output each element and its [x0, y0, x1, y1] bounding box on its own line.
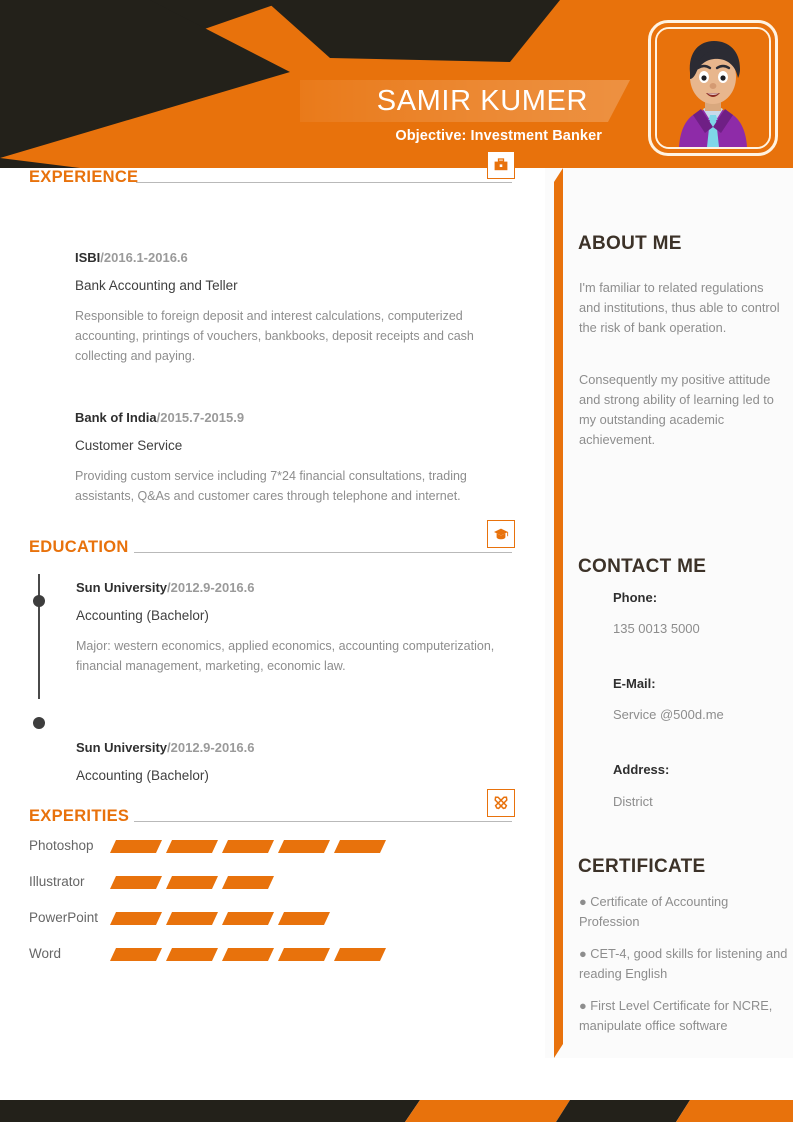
experience-description-2: Providing custom service including 7*24 …: [75, 469, 467, 503]
skill-segment: [110, 948, 162, 961]
tools-icon: [487, 789, 515, 817]
skill-segment: [222, 912, 274, 925]
contact-value-email[interactable]: Service @500d.me: [613, 707, 724, 722]
experience-role-1: Bank Accounting and Teller: [75, 278, 238, 293]
avatar: [648, 20, 778, 156]
skill-segment: [110, 840, 162, 853]
skill-segment: [278, 912, 330, 925]
skill-segment: [222, 840, 274, 853]
skill-segment: [278, 948, 330, 961]
education-entry-1: Sun University/2012.9-2016.6 Accounting …: [76, 580, 506, 676]
certificate-item-2: ● CET-4, good skills for listening and r…: [579, 946, 788, 981]
skill-label-1: Illustrator: [29, 874, 85, 889]
skill-segment: [166, 840, 218, 853]
section-rule-experties: [134, 821, 512, 822]
briefcase-icon: [487, 151, 515, 179]
skill-segment: [222, 948, 274, 961]
education-school-1: Sun University/2012.9-2016.6: [76, 580, 506, 595]
experience-role-2: Customer Service: [75, 438, 183, 453]
skill-segment: [222, 876, 274, 889]
skill-segment: [110, 876, 162, 889]
contact-label-phone: Phone:: [613, 590, 658, 605]
experience-dates-2: /2015.7-2015.9: [156, 410, 245, 425]
section-title-experties: EXPERITIES: [29, 807, 130, 825]
skill-label-2: PowerPoint: [29, 910, 99, 925]
skill-label-0: Photoshop: [29, 838, 94, 853]
skill-row-2: PowerPoint: [0, 910, 545, 930]
section-header-education: EDUCATION: [0, 520, 545, 568]
skill-segment: [166, 912, 218, 925]
education-timeline-line: [38, 574, 40, 699]
section-rule-experience: [136, 182, 512, 183]
skill-segment: [278, 840, 330, 853]
resume-page: SAMIR KUMER Objective: Investment Banker: [0, 0, 793, 1122]
education-description-1: Major: western economics, applied econom…: [76, 639, 495, 673]
skill-segment: [166, 876, 218, 889]
sidebar: ABOUT ME I'm familiar to related regulat…: [545, 168, 793, 1058]
experience-dates-1: /2016.1-2016.6: [100, 250, 188, 265]
experience-company-1: ISBI/2016.1-2016.6: [75, 250, 505, 265]
education-school-2: Sun University/2012.9-2016.6: [76, 740, 506, 755]
skill-segment: [166, 948, 218, 961]
skill-segment: [334, 948, 386, 961]
education-school-name-1: Sun University: [76, 580, 168, 595]
experience-entry-1: ISBI/2016.1-2016.6 Bank Accounting and T…: [75, 250, 505, 366]
skill-label-3: Word: [29, 946, 62, 961]
skill-row-1: Illustrator: [0, 874, 545, 894]
education-entry-2: Sun University/2012.9-2016.6 Accounting …: [76, 740, 506, 783]
education-timeline-dot-2: [33, 717, 45, 729]
avatar-frame-inner: [655, 27, 771, 149]
section-title-education: EDUCATION: [29, 538, 129, 556]
sidebar-title-contact: CONTACT ME: [578, 556, 707, 577]
header-banner: SAMIR KUMER Objective: Investment Banker: [0, 0, 793, 168]
candidate-objective: Objective: Investment Banker: [395, 128, 602, 144]
section-rule-education: [134, 552, 512, 553]
about-paragraph-2: Consequently my positive attitude and st…: [579, 372, 774, 447]
education-timeline-dot-1: [33, 595, 45, 607]
sidebar-accent-strip: [554, 168, 563, 1058]
experience-company-name-2: Bank of India: [75, 410, 157, 425]
candidate-name: SAMIR KUMER: [376, 84, 588, 117]
sidebar-title-certificate: CERTIFICATE: [578, 856, 706, 877]
about-paragraph-1: I'm familiar to related regulations and …: [579, 280, 780, 335]
education-dates-2: /2012.9-2016.6: [167, 740, 255, 755]
experience-description-1: Responsible to foreign deposit and inter…: [75, 309, 474, 363]
education-degree-2: Accounting (Bachelor): [76, 768, 209, 783]
avatar-portrait-icon: [657, 29, 769, 147]
experience-company-name-1: ISBI: [75, 250, 101, 265]
main-content-column: EXPERIENCE ISBI/2016.1-2016.6 Bank Accou…: [0, 151, 545, 961]
experience-entry-2: Bank of India/2015.7-2015.9 Customer Ser…: [75, 410, 505, 506]
certificate-item-1: ● Certificate of Accounting Profession: [579, 894, 729, 929]
section-header-experience: EXPERIENCE: [0, 151, 545, 198]
contact-label-email: E-Mail:: [613, 676, 656, 691]
skill-row-0: Photoshop: [0, 838, 545, 858]
certificate-item-3: ● First Level Certificate for NCRE, mani…: [579, 998, 773, 1033]
graduation-cap-icon: [487, 520, 515, 548]
section-title-experience: EXPERIENCE: [29, 168, 139, 186]
contact-value-address: District: [613, 794, 653, 809]
skill-segment: [110, 912, 162, 925]
section-header-experties: EXPERITIES: [0, 789, 545, 837]
experience-company-2: Bank of India/2015.7-2015.9: [75, 410, 505, 425]
sidebar-title-about: ABOUT ME: [578, 233, 682, 254]
skill-segment: [334, 840, 386, 853]
footer-decoration-bar: [0, 1100, 793, 1122]
education-degree-1: Accounting (Bachelor): [76, 608, 209, 623]
contact-label-address: Address:: [613, 762, 670, 777]
education-dates-1: /2012.9-2016.6: [167, 580, 255, 595]
education-school-name-2: Sun University: [76, 740, 168, 755]
skill-row-3: Word: [0, 946, 545, 966]
contact-value-phone[interactable]: 135 0013 5000: [613, 621, 700, 636]
